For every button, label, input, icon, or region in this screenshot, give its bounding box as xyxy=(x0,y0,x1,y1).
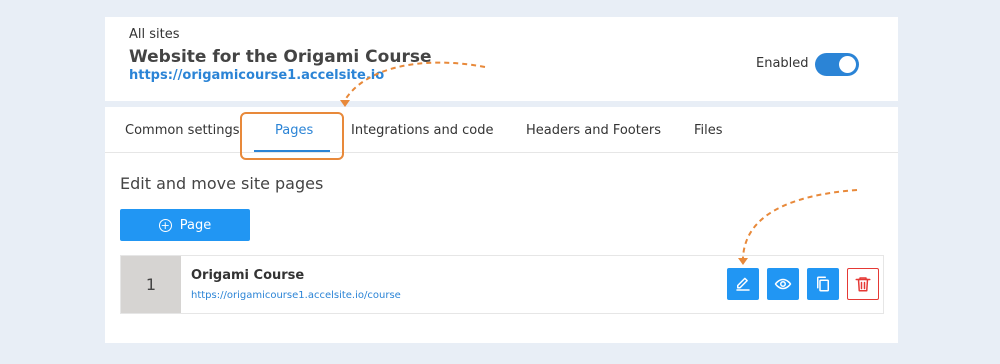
add-page-label: Page xyxy=(179,217,212,233)
tab-integrations-and-code[interactable]: Integrations and code xyxy=(351,123,493,138)
enabled-toggle[interactable] xyxy=(815,53,859,76)
tab-highlight-box xyxy=(240,112,344,160)
preview-page-button[interactable] xyxy=(767,268,799,300)
page-name: Origami Course xyxy=(191,268,305,283)
page-row: 1 Origami Course https://origamicourse1.… xyxy=(120,255,884,314)
main-card: Common settings Pages Integrations and c… xyxy=(105,107,898,343)
delete-page-button[interactable] xyxy=(847,268,879,300)
site-url-link[interactable]: https://origamicourse1.accelsite.io xyxy=(129,68,384,83)
annotation-arrowhead-pages xyxy=(340,100,350,107)
enabled-label: Enabled xyxy=(756,56,809,71)
trash-icon xyxy=(855,277,871,292)
page-number[interactable]: 1 xyxy=(121,256,181,313)
site-header-card: All sites Website for the Origami Course… xyxy=(105,17,898,101)
edit-page-button[interactable] xyxy=(727,268,759,300)
edit-icon xyxy=(736,277,750,291)
site-title: Website for the Origami Course xyxy=(129,47,432,67)
section-title: Edit and move site pages xyxy=(120,174,324,193)
plus-circle-icon: + xyxy=(158,218,172,232)
copy-icon xyxy=(817,276,829,292)
tab-headers-and-footers[interactable]: Headers and Footers xyxy=(526,123,661,138)
tab-common-settings[interactable]: Common settings xyxy=(125,123,240,138)
add-page-button[interactable]: + Page xyxy=(120,209,250,241)
tab-bar: Common settings Pages Integrations and c… xyxy=(105,107,898,153)
toggle-knob xyxy=(839,56,856,73)
copy-page-button[interactable] xyxy=(807,268,839,300)
eye-icon xyxy=(774,278,792,290)
breadcrumb[interactable]: All sites xyxy=(129,27,180,42)
page-url-link[interactable]: https://origamicourse1.accelsite.io/cour… xyxy=(191,290,401,301)
tab-files[interactable]: Files xyxy=(694,123,723,138)
